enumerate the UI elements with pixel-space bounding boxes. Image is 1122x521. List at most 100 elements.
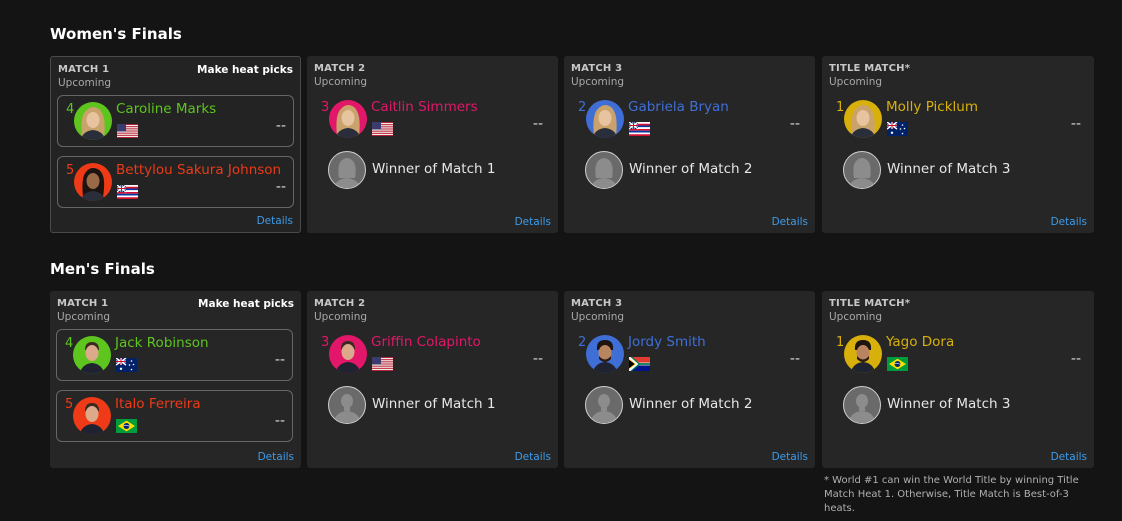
athlete-score: -- [532,116,543,132]
womens-title-match-card: TITLE MATCH* Upcoming 1 Molly Picklum --… [822,56,1094,233]
athlete-yago-dora[interactable]: 1 Yago Dora -- [828,329,1092,381]
usa-flag-icon [372,122,393,136]
athlete-seed: 3 [321,100,330,115]
opponent-placeholder: Winner of Match 1 [328,151,538,191]
details-link[interactable]: Details [258,451,294,463]
womens-match-3-card: MATCH 3 Upcoming 2 Gabriela Bryan -- Win… [564,56,815,233]
athlete-name: Caroline Marks [116,101,217,117]
match-name: MATCH 3 [571,63,623,74]
match-status: Upcoming [314,311,368,323]
match-name: MATCH 1 [57,298,109,309]
womens-match-2-card: MATCH 2 Upcoming 3 Caitlin Simmers -- Wi… [307,56,558,233]
athlete-name: Bettylou Sakura Johnson [116,162,282,178]
details-link[interactable]: Details [1051,451,1087,463]
athlete-gabriela-bryan[interactable]: 2 Gabriela Bryan -- [570,94,807,146]
south-africa-flag-icon [629,357,650,371]
athlete-score: -- [789,116,800,132]
placeholder-label: Winner of Match 1 [372,161,496,177]
athlete-name: Jordy Smith [628,334,706,350]
opponent-placeholder: Winner of Match 2 [585,151,795,191]
mens-match-3-card: MATCH 3 Upcoming 2 Jordy Smith -- Winner… [564,291,815,468]
athlete-griffin-colapinto[interactable]: 3 Griffin Colapinto -- [313,329,550,381]
athlete-seed: 3 [321,335,330,350]
athlete-jordy-smith[interactable]: 2 Jordy Smith -- [570,329,807,381]
placeholder-label: Winner of Match 3 [887,396,1011,412]
match-name: TITLE MATCH* [829,63,911,74]
athlete-name: Yago Dora [886,334,955,350]
brazil-flag-icon [116,419,137,433]
usa-flag-icon [117,124,138,138]
athlete-score: -- [532,351,543,367]
athlete-avatar [586,100,624,138]
make-heat-picks-button[interactable]: Make heat picks [198,298,294,310]
athlete-avatar [844,335,882,373]
details-link[interactable]: Details [1051,216,1087,228]
match-header: MATCH 1 Upcoming [57,298,110,323]
details-link[interactable]: Details [515,216,551,228]
details-link[interactable]: Details [515,451,551,463]
athlete-seed: 5 [65,397,74,412]
mens-finals-row: MATCH 1 Upcoming Make heat picks 4 Jack … [50,291,1094,468]
placeholder-avatar-icon [328,151,366,189]
placeholder-label: Winner of Match 2 [629,161,753,177]
match-name: MATCH 2 [314,298,366,309]
match-name: MATCH 3 [571,298,623,309]
match-header: MATCH 2 Upcoming [314,298,367,323]
placeholder-label: Winner of Match 3 [887,161,1011,177]
athlete-avatar [74,163,112,201]
athlete-score: -- [1070,116,1081,132]
womens-finals-row: MATCH 1 Upcoming Make heat picks 4 Carol… [50,56,1094,233]
placeholder-avatar-icon [843,151,881,189]
athlete-seed: 1 [836,100,845,115]
athlete-caroline-marks[interactable]: 4 Caroline Marks -- [57,95,294,147]
athlete-italo-ferreira[interactable]: 5 Italo Ferreira -- [56,390,293,442]
athlete-avatar [329,335,367,373]
athlete-avatar [73,336,111,374]
athlete-name: Caitlin Simmers [371,99,478,115]
athlete-seed: 2 [578,335,587,350]
details-link[interactable]: Details [772,216,808,228]
match-status: Upcoming [829,76,883,88]
match-status: Upcoming [58,77,112,89]
placeholder-avatar-icon [585,386,623,424]
athlete-bettylou-sakura-johnson[interactable]: 5 Bettylou Sakura Johnson -- [57,156,294,208]
details-link[interactable]: Details [772,451,808,463]
details-link[interactable]: Details [257,215,293,227]
australia-flag-icon [887,122,908,136]
make-heat-picks-button[interactable]: Make heat picks [197,64,293,76]
womens-finals-title: Women's Finals [50,25,182,43]
athlete-name: Italo Ferreira [115,396,201,412]
athlete-seed: 1 [836,335,845,350]
athlete-score: -- [275,179,286,195]
athlete-avatar [74,102,112,140]
opponent-placeholder: Winner of Match 3 [843,386,1053,426]
athlete-seed: 4 [65,336,74,351]
athlete-name: Molly Picklum [886,99,978,115]
hawaii-flag-icon [629,122,650,136]
match-name: MATCH 2 [314,63,366,74]
opponent-placeholder: Winner of Match 2 [585,386,795,426]
usa-flag-icon [372,357,393,371]
match-status: Upcoming [571,311,625,323]
athlete-seed: 2 [578,100,587,115]
match-header: MATCH 3 Upcoming [571,298,624,323]
placeholder-avatar-icon [328,386,366,424]
match-header: MATCH 1 Upcoming [58,64,111,89]
match-name: MATCH 1 [58,64,110,75]
athlete-avatar [844,100,882,138]
mens-title-match-card: TITLE MATCH* Upcoming 1 Yago Dora -- Win… [822,291,1094,468]
match-status: Upcoming [314,76,368,88]
opponent-placeholder: Winner of Match 3 [843,151,1053,191]
australia-flag-icon [116,358,137,372]
athlete-avatar [329,100,367,138]
match-header: MATCH 3 Upcoming [571,63,624,88]
match-header: MATCH 2 Upcoming [314,63,367,88]
athlete-caitlin-simmers[interactable]: 3 Caitlin Simmers -- [313,94,550,146]
title-match-footnote: * World #1 can win the World Title by wi… [824,475,1079,514]
athlete-score: -- [274,352,285,368]
athlete-name: Gabriela Bryan [628,99,729,115]
athlete-jack-robinson[interactable]: 4 Jack Robinson -- [56,329,293,381]
placeholder-label: Winner of Match 2 [629,396,753,412]
mens-finals-title: Men's Finals [50,260,155,278]
athlete-molly-picklum[interactable]: 1 Molly Picklum -- [828,94,1092,146]
